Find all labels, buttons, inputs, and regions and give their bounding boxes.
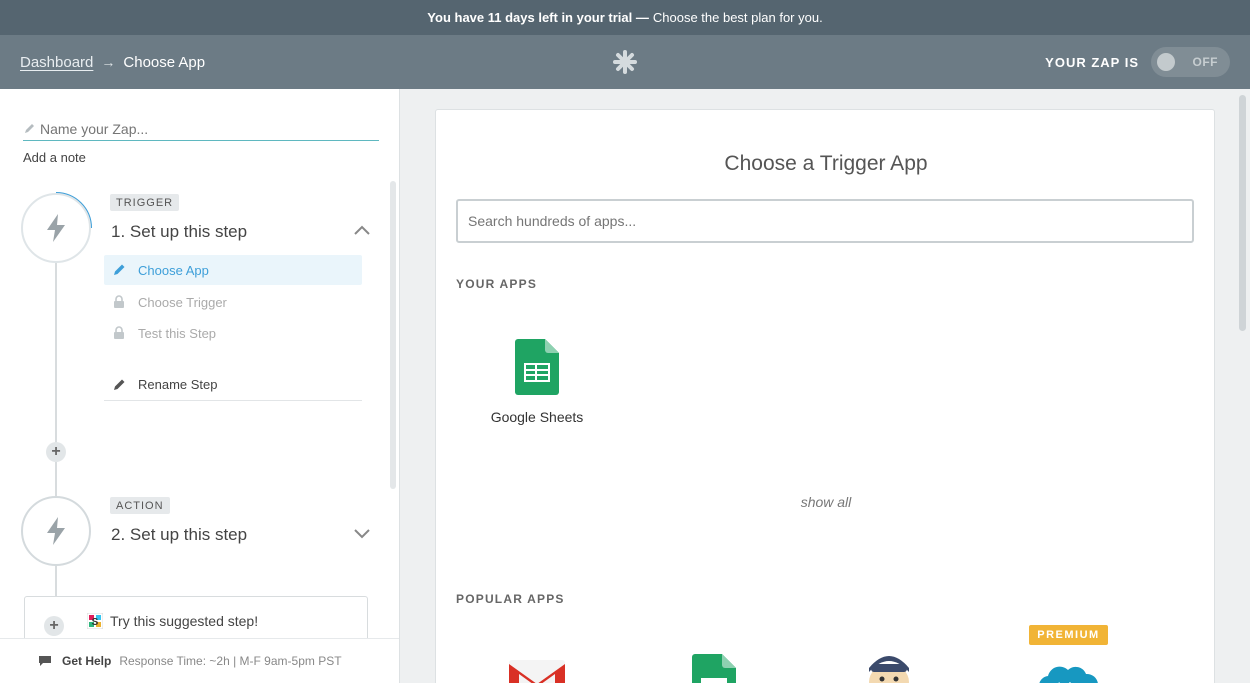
help-response-time: Response Time: ~2h | M-F 9am-5pm PST [119, 654, 342, 668]
toggle-knob [1157, 53, 1175, 71]
action-step-circle[interactable] [21, 496, 91, 566]
rename-step-button[interactable]: Rename Step [104, 369, 362, 401]
add-step-plus-icon[interactable]: + [46, 442, 66, 462]
get-help-bar[interactable]: Get Help Response Time: ~2h | M-F 9am-5p… [0, 638, 399, 683]
action-step-title[interactable]: 2. Set up this step [111, 525, 247, 545]
app-search-box[interactable] [456, 199, 1194, 243]
rename-step-label: Rename Step [138, 377, 218, 392]
premium-badge: PREMIUM [1029, 625, 1108, 645]
lock-icon [114, 295, 124, 308]
get-help-title[interactable]: Get Help [62, 654, 111, 668]
substep-test-step: Test this Step [104, 318, 362, 348]
breadcrumb-dashboard-link[interactable]: Dashboard [20, 54, 93, 71]
google-sheets-icon [515, 339, 559, 395]
zap-editor-sidebar: Add a note TRIGGER 1. Set up this step C… [0, 89, 400, 683]
slack-icon: S [87, 613, 103, 629]
choose-app-panel: Choose a Trigger App YOUR APPS Google Sh… [435, 109, 1215, 683]
editor-header: Dashboard → Choose App YOUR ZAP IS OFF [0, 35, 1250, 89]
chevron-up-icon[interactable] [353, 224, 371, 236]
trigger-badge: TRIGGER [110, 194, 180, 211]
add-suggested-step-plus-icon[interactable]: + [44, 616, 64, 636]
add-note-link[interactable]: Add a note [23, 150, 86, 165]
action-badge: ACTION [110, 497, 170, 514]
sidebar-scrollbar[interactable] [390, 181, 396, 489]
trigger-step-circle[interactable] [21, 193, 91, 263]
zap-status: YOUR ZAP IS OFF [1045, 35, 1230, 89]
zapier-logo-icon[interactable] [612, 49, 638, 75]
trial-choose-plan[interactable]: Choose the best plan for you. [653, 10, 823, 25]
zap-name-input[interactable] [40, 120, 360, 137]
page-title: Choose a Trigger App [724, 152, 928, 175]
substep-choose-trigger: Choose Trigger [104, 287, 362, 317]
app-tile-google-sheets[interactable]: Google Sheets [457, 339, 617, 425]
your-apps-heading: YOUR APPS [456, 277, 538, 291]
zap-name-field[interactable] [23, 117, 379, 141]
zap-status-label: YOUR ZAP IS [1045, 54, 1139, 70]
show-all-link[interactable]: show all [436, 494, 1216, 510]
pencil-icon [114, 264, 125, 275]
substep-label: Choose Trigger [138, 294, 227, 310]
breadcrumb-arrow: → [101, 54, 116, 70]
main-scrollbar[interactable] [1239, 95, 1246, 331]
breadcrumb-current: Choose App [123, 53, 206, 71]
lightning-bolt-icon [47, 517, 65, 545]
salesforce-icon[interactable]: salesforce [1038, 660, 1098, 683]
google-sheets-icon[interactable] [692, 654, 736, 683]
substep-label: Choose App [138, 262, 209, 278]
zap-on-off-toggle[interactable]: OFF [1151, 47, 1230, 77]
lock-icon [114, 326, 124, 339]
pencil-icon [25, 123, 34, 133]
trial-days-left: You have 11 days left in your trial — [427, 10, 649, 25]
app-name: Google Sheets [490, 409, 584, 425]
chevron-down-icon[interactable] [353, 527, 371, 539]
lightning-bolt-icon [47, 214, 65, 242]
substep-choose-app[interactable]: Choose App [104, 255, 362, 285]
pencil-icon [114, 379, 125, 390]
mailchimp-icon[interactable] [863, 652, 915, 683]
gmail-icon[interactable] [509, 660, 565, 683]
svg-text:S: S [92, 617, 99, 628]
chat-bubble-icon [39, 656, 51, 666]
substep-label: Test this Step [138, 325, 217, 341]
trigger-step-title[interactable]: 1. Set up this step [111, 222, 247, 242]
trial-banner[interactable]: You have 11 days left in your trial — Ch… [0, 0, 1250, 35]
suggested-step-text[interactable]: Try this suggested step! [110, 613, 258, 629]
app-search-input[interactable] [468, 213, 1168, 229]
popular-apps-heading: POPULAR APPS [456, 592, 565, 606]
toggle-state: OFF [1192, 55, 1218, 69]
breadcrumb: Dashboard → Choose App [20, 35, 205, 89]
